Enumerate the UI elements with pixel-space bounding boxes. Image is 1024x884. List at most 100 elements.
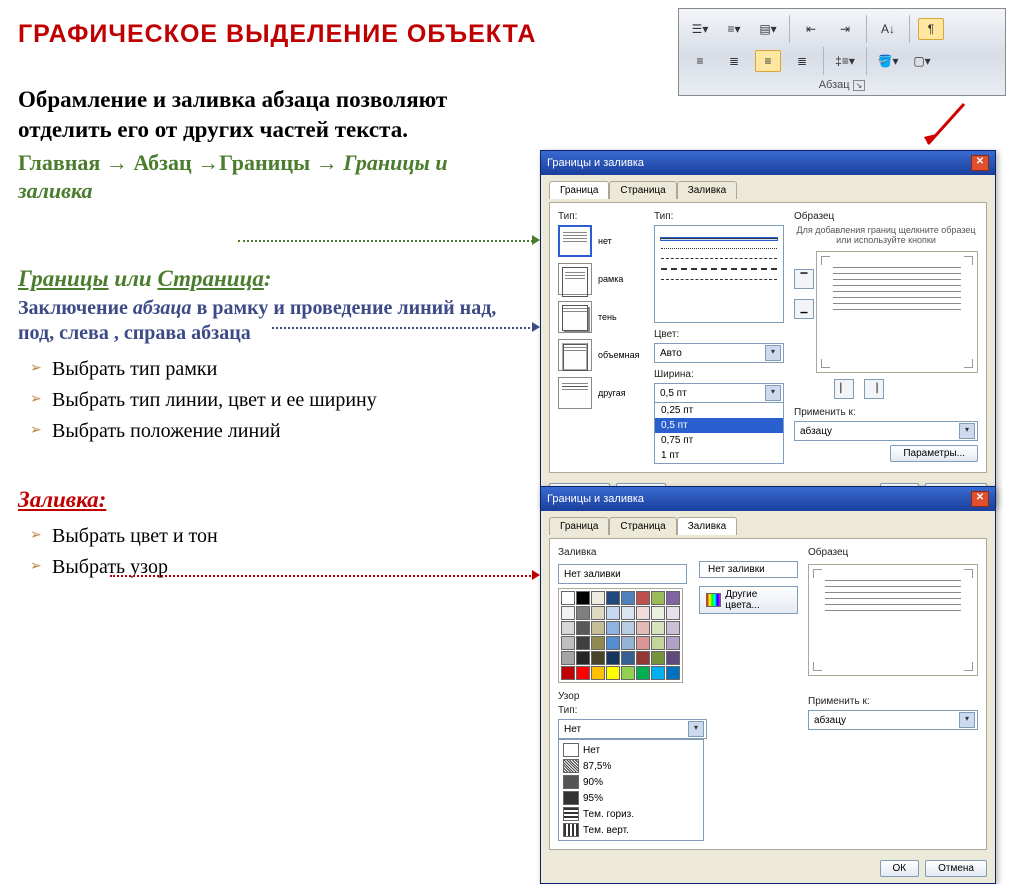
options-button[interactable]: Параметры... [890, 445, 978, 462]
color-swatch[interactable] [651, 666, 665, 680]
justify-button[interactable]: ≣ [789, 50, 815, 72]
align-right-button[interactable]: ≡ [755, 50, 781, 72]
type-shadow[interactable]: тень [558, 301, 644, 333]
color-swatch[interactable] [621, 636, 635, 650]
close-button[interactable]: ✕ [971, 491, 989, 507]
color-swatch[interactable] [666, 621, 680, 635]
tab-border[interactable]: Граница [549, 181, 609, 199]
dialog-launcher-icon[interactable]: ↘ [853, 80, 866, 91]
color-swatch[interactable] [666, 606, 680, 620]
color-swatch[interactable] [651, 591, 665, 605]
color-swatch[interactable] [606, 621, 620, 635]
cancel-button[interactable]: Отмена [925, 860, 987, 877]
color-swatch[interactable] [651, 636, 665, 650]
color-swatch[interactable] [591, 651, 605, 665]
color-swatch[interactable] [666, 636, 680, 650]
border-right-button[interactable]: ▕ [864, 379, 884, 399]
color-swatch[interactable] [606, 636, 620, 650]
tab-shading[interactable]: Заливка [677, 181, 738, 199]
color-swatch[interactable] [591, 621, 605, 635]
color-swatch[interactable] [591, 666, 605, 680]
pattern-dropdown-list[interactable]: Нет 87,5% 90% 95% Тем. гориз. Тем. верт. [558, 739, 704, 841]
align-center-button[interactable]: ≣ [721, 50, 747, 72]
color-swatch[interactable] [561, 621, 575, 635]
color-swatch[interactable] [636, 591, 650, 605]
width-option[interactable]: 0,75 пт [655, 433, 783, 448]
type-box[interactable]: рамка [558, 263, 644, 295]
color-swatch[interactable] [636, 666, 650, 680]
color-swatch[interactable] [576, 621, 590, 635]
number-list-button[interactable]: ≡▾ [721, 18, 747, 40]
width-option[interactable]: 0,5 пт [655, 418, 783, 433]
line-spacing-button[interactable]: ‡≡▾ [832, 50, 858, 72]
pattern-option[interactable]: 90% [561, 774, 701, 790]
color-swatch[interactable] [636, 636, 650, 650]
pattern-option[interactable]: Нет [561, 742, 701, 758]
pattern-option[interactable]: Тем. гориз. [561, 806, 701, 822]
color-swatch[interactable] [576, 636, 590, 650]
color-swatch[interactable] [651, 606, 665, 620]
close-button[interactable]: ✕ [971, 155, 989, 171]
color-swatch[interactable] [591, 636, 605, 650]
color-swatch[interactable] [606, 591, 620, 605]
border-top-button[interactable]: ▔ [794, 269, 814, 289]
color-swatch[interactable] [561, 651, 575, 665]
color-swatch[interactable] [666, 591, 680, 605]
color-swatch[interactable] [651, 621, 665, 635]
dialog-titlebar[interactable]: Границы и заливка ✕ [541, 487, 995, 511]
ok-button[interactable]: ОК [880, 860, 920, 877]
align-left-button[interactable]: ≡ [687, 50, 713, 72]
no-fill-combo[interactable]: Нет заливки [558, 564, 687, 584]
border-left-button[interactable]: ▏ [834, 379, 854, 399]
more-colors-button[interactable]: Другие цвета... [699, 586, 798, 614]
color-swatch[interactable] [606, 606, 620, 620]
color-swatch[interactable] [576, 651, 590, 665]
type-custom[interactable]: другая [558, 377, 644, 409]
increase-indent-button[interactable]: ⇥ [832, 18, 858, 40]
color-swatch[interactable] [561, 666, 575, 680]
shading-button[interactable]: 🪣▾ [875, 50, 901, 72]
border-bottom-button[interactable]: ▁ [794, 299, 814, 319]
sort-button[interactable]: A↓ [875, 18, 901, 40]
width-option[interactable]: 1 пт [655, 448, 783, 463]
type-3d[interactable]: объемная [558, 339, 644, 371]
pattern-option[interactable]: 95% [561, 790, 701, 806]
color-swatch[interactable] [591, 606, 605, 620]
color-swatch[interactable] [561, 636, 575, 650]
color-swatch[interactable] [576, 666, 590, 680]
bullet-list-button[interactable]: ☰▾ [687, 18, 713, 40]
color-swatch[interactable] [621, 666, 635, 680]
pattern-option[interactable]: 87,5% [561, 758, 701, 774]
color-swatch[interactable] [576, 606, 590, 620]
color-swatch[interactable] [651, 651, 665, 665]
color-swatch[interactable] [636, 606, 650, 620]
preview-area[interactable] [816, 251, 978, 373]
apply-combo[interactable]: абзацу ▾ [794, 421, 978, 441]
color-swatch[interactable] [561, 591, 575, 605]
no-fill-button[interactable]: Нет заливки [699, 561, 798, 578]
color-swatch[interactable] [636, 651, 650, 665]
color-swatch[interactable] [666, 651, 680, 665]
width-dropdown-list[interactable]: 0,25 пт 0,5 пт 0,75 пт 1 пт [654, 403, 784, 464]
tab-border[interactable]: Граница [549, 517, 609, 535]
borders-button[interactable]: ▢▾ [909, 50, 935, 72]
color-swatch[interactable] [561, 606, 575, 620]
color-swatch[interactable] [621, 651, 635, 665]
color-swatch[interactable] [591, 591, 605, 605]
pattern-combo[interactable]: Нет ▾ [558, 719, 707, 739]
tab-page[interactable]: Страница [609, 181, 676, 199]
decrease-indent-button[interactable]: ⇤ [798, 18, 824, 40]
pattern-option[interactable]: Тем. верт. [561, 822, 701, 838]
color-swatch[interactable] [621, 621, 635, 635]
color-swatch[interactable] [621, 591, 635, 605]
color-swatch[interactable] [606, 651, 620, 665]
width-option[interactable]: 0,25 пт [655, 403, 783, 418]
width-combo[interactable]: 0,5 пт ▾ [654, 383, 784, 403]
type-none[interactable]: нет [558, 225, 644, 257]
color-combo[interactable]: Авто ▾ [654, 343, 784, 363]
tab-page[interactable]: Страница [609, 517, 676, 535]
tab-shading[interactable]: Заливка [677, 517, 738, 535]
apply-combo[interactable]: абзацу ▾ [808, 710, 978, 730]
color-palette[interactable] [558, 588, 683, 683]
color-swatch[interactable] [606, 666, 620, 680]
